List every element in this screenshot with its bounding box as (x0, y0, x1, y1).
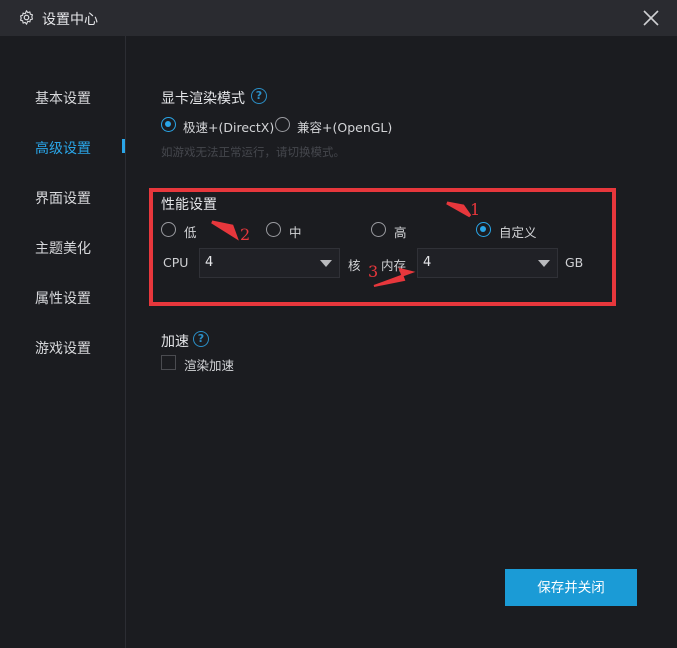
sidebar-item-basic[interactable]: 基本设置 (35, 88, 91, 108)
sidebar-item-advanced[interactable]: 高级设置 (35, 138, 91, 158)
radio-opengl[interactable] (275, 117, 290, 132)
save-and-close-button[interactable]: 保存并关闭 (505, 569, 637, 606)
render-acceleration-label: 渲染加速 (184, 358, 235, 373)
render-hint: 如游戏无法正常运行，请切换模式。 (161, 145, 345, 159)
radio-directx[interactable] (161, 117, 176, 132)
window-title: 设置中心 (42, 12, 98, 28)
render-mode-title: 显卡渲染模式 (161, 91, 245, 107)
question-circle-icon[interactable]: ? (251, 88, 267, 104)
radio-directx-label: 极速+(DirectX) (183, 120, 275, 135)
sidebar-item-interface[interactable]: 界面设置 (35, 188, 91, 208)
sidebar-item-properties[interactable]: 属性设置 (35, 288, 91, 308)
annotation-number-3: 3 (368, 262, 379, 281)
active-nav-indicator (122, 139, 125, 153)
sidebar-item-theme[interactable]: 主题美化 (35, 238, 91, 258)
radio-opengl-label: 兼容+(OpenGL) (297, 120, 393, 135)
gear-icon (19, 10, 34, 25)
annotation-number-1: 1 (470, 200, 481, 219)
sidebar-item-games[interactable]: 游戏设置 (35, 338, 91, 358)
acceleration-title: 加速 (161, 334, 189, 350)
title-bar: 设置中心 (0, 0, 677, 36)
annotation-number-2: 2 (240, 225, 251, 244)
question-circle-icon[interactable]: ? (193, 331, 209, 347)
annotation-highlight-box (149, 188, 616, 306)
close-icon[interactable] (639, 6, 663, 30)
render-acceleration-checkbox[interactable] (161, 355, 176, 370)
